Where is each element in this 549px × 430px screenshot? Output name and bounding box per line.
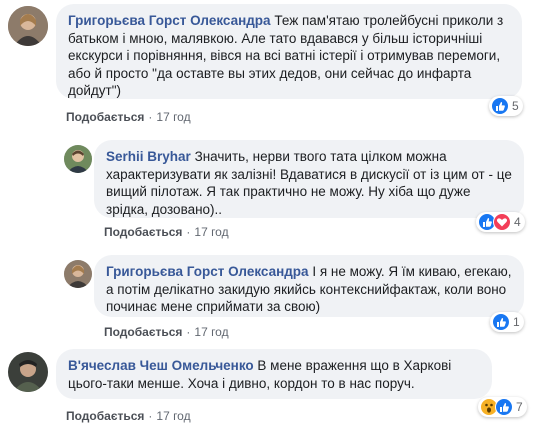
like-button[interactable]: Подобається xyxy=(104,225,182,239)
like-reaction-icon xyxy=(491,97,509,115)
comment-timestamp[interactable]: 17 год xyxy=(156,110,190,124)
separator-dot: · xyxy=(186,225,191,239)
comment-actions: Подобається · 17 год xyxy=(104,225,229,239)
comment-author[interactable]: Григорьєва Горст Олександра xyxy=(68,13,271,28)
reaction-summary[interactable]: 7 xyxy=(478,397,527,417)
comment-bubble: Григорьєва Горст Олександра Теж пам'ятаю… xyxy=(56,4,522,99)
comment-author[interactable]: Григорьєва Горст Олександра xyxy=(106,264,309,279)
avatar-photo-icon xyxy=(64,145,92,173)
comment-timestamp[interactable]: 17 год xyxy=(194,325,228,339)
reaction-count: 5 xyxy=(512,99,519,113)
separator-dot: · xyxy=(148,409,153,423)
comment-author[interactable]: Serhii Bryhar xyxy=(106,149,191,164)
comment-bubble: Григорьєва Горст Олександра І я не можу.… xyxy=(94,255,524,317)
comment-timestamp[interactable]: 17 год xyxy=(156,409,190,423)
separator-dot: · xyxy=(186,325,191,339)
avatar-photo-icon xyxy=(64,260,92,288)
comment: Григорьєва Горст Олександра Теж пам'ятаю… xyxy=(0,0,549,130)
reaction-count: 1 xyxy=(513,315,520,329)
reaction-summary[interactable]: 5 xyxy=(489,96,523,116)
comment-actions: Подобається · 17 год xyxy=(66,110,191,124)
avatar[interactable] xyxy=(64,145,92,173)
reply-comment: Serhii Bryhar Значить, нерви твого тата … xyxy=(0,138,549,248)
reaction-summary[interactable]: 1 xyxy=(490,312,524,332)
comment-actions: Подобається · 17 год xyxy=(66,409,191,423)
avatar-photo-icon xyxy=(8,352,48,392)
like-reaction-icon xyxy=(492,313,510,331)
reaction-count: 4 xyxy=(514,215,521,229)
avatar[interactable] xyxy=(64,260,92,288)
reaction-count: 7 xyxy=(516,400,523,414)
reaction-summary[interactable]: 4 xyxy=(476,212,525,232)
like-reaction-icon xyxy=(495,398,513,416)
like-button[interactable]: Подобається xyxy=(66,409,144,423)
comment-timestamp[interactable]: 17 год xyxy=(194,225,228,239)
comment-author[interactable]: В'ячеслав Чеш Омельченко xyxy=(68,358,254,373)
like-button[interactable]: Подобається xyxy=(104,325,182,339)
comment: В'ячеслав Чеш Омельченко В мене враження… xyxy=(0,346,549,430)
comment-bubble: Serhii Bryhar Значить, нерви твого тата … xyxy=(94,140,524,218)
avatar[interactable] xyxy=(8,352,48,392)
avatar-photo-icon xyxy=(8,6,48,46)
love-reaction-icon xyxy=(493,213,511,231)
like-button[interactable]: Подобається xyxy=(66,110,144,124)
comment-actions: Подобається · 17 год xyxy=(104,325,229,339)
separator-dot: · xyxy=(148,110,153,124)
reply-comment: Григорьєва Горст Олександра І я не можу.… xyxy=(0,252,549,342)
avatar[interactable] xyxy=(8,6,48,46)
comment-bubble: В'ячеслав Чеш Омельченко В мене враження… xyxy=(56,349,492,399)
